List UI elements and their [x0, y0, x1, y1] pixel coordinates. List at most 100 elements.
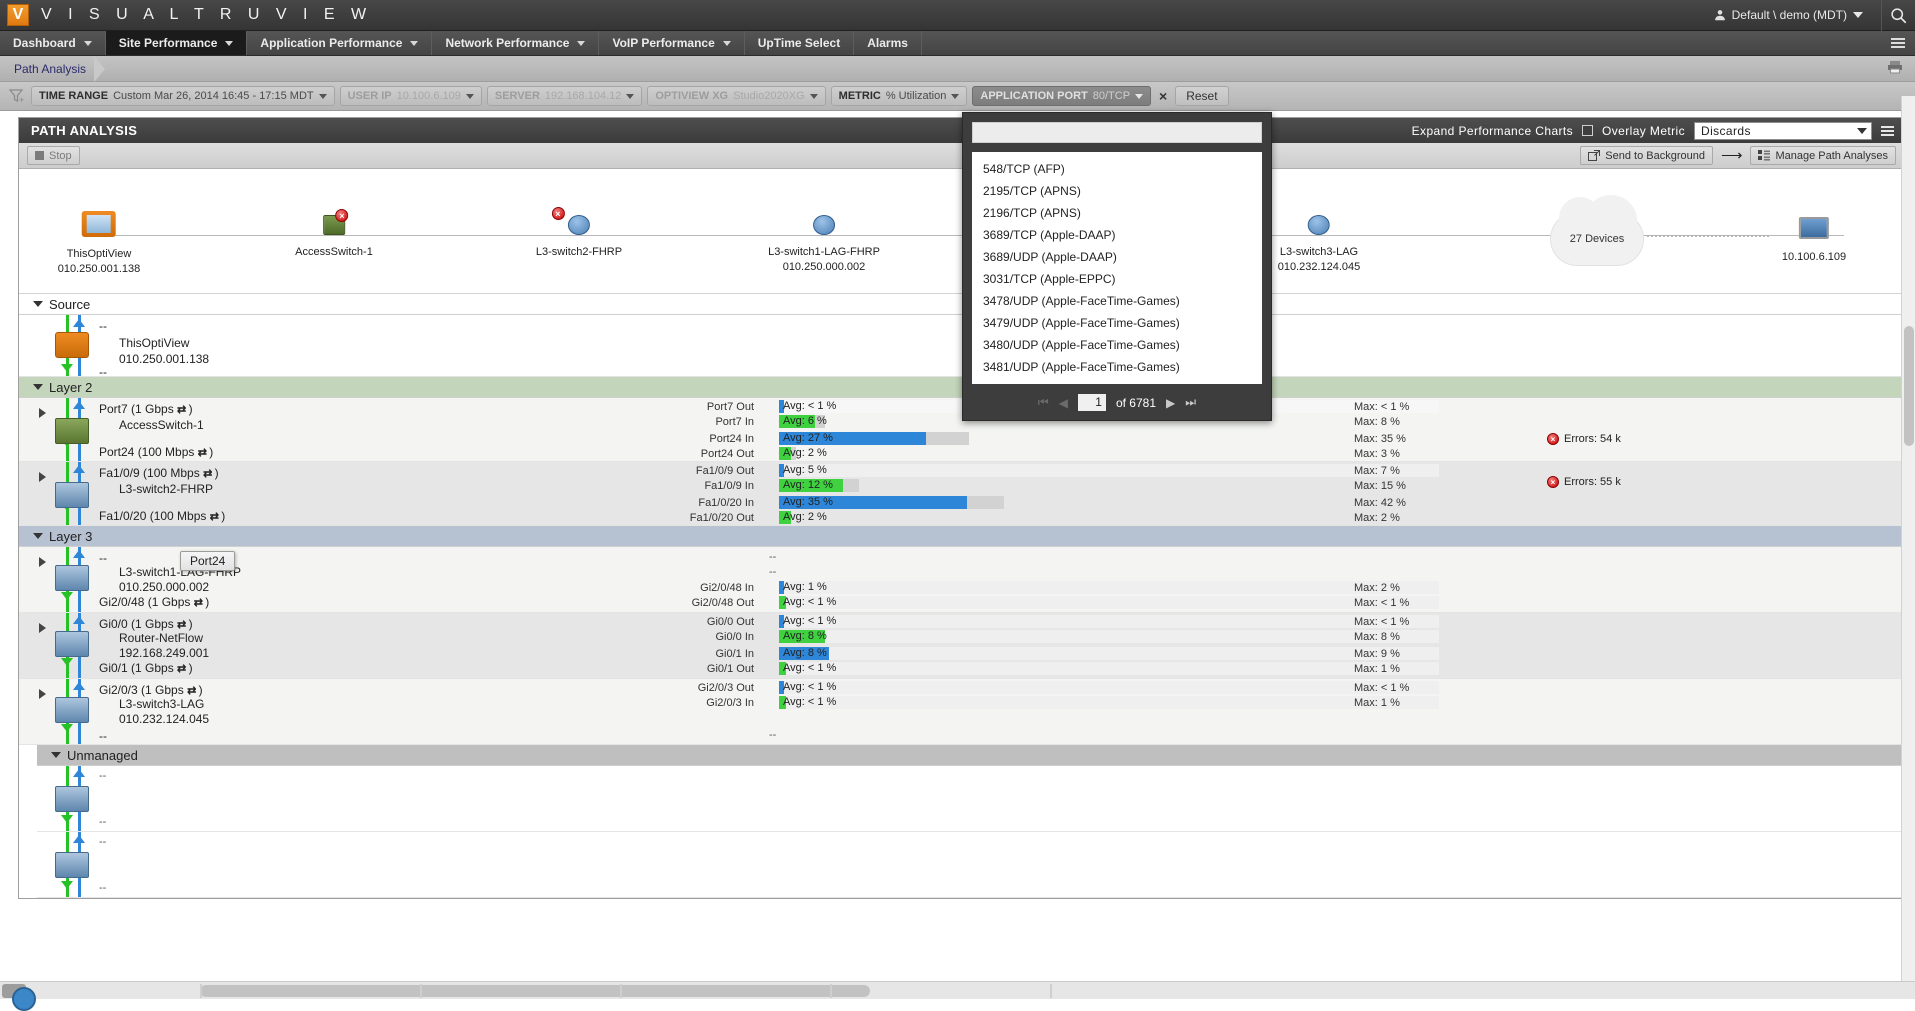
filter-key: OPTIVIEW XG [655, 90, 729, 102]
filter-pill-user-ip[interactable]: USER IP 10.100.6.109 [339, 86, 482, 106]
list-grid-icon [1758, 150, 1771, 161]
reset-button[interactable]: Reset [1175, 86, 1229, 106]
panel-menu-icon[interactable] [1881, 124, 1894, 138]
vertical-scroll-thumb[interactable] [1904, 326, 1914, 446]
layer3-row-router-netflow[interactable]: Gi0/0 (1 Gbps ⇄ ) Router-NetFlow 192.168… [19, 613, 1904, 679]
nav-item-alarms[interactable]: Alarms [854, 31, 922, 55]
last-page-icon[interactable]: ⏭ [1185, 395, 1196, 410]
expand-row-icon[interactable] [39, 623, 46, 633]
filter-pill-server[interactable]: SERVER 192.168.104.12 [486, 86, 643, 106]
dropdown-option[interactable]: 3480/UDP (Apple-FaceTime-Games) [972, 334, 1262, 356]
metric-label: Fa1/0/9 Out [695, 465, 754, 477]
app-title: V I S U A L T R U V I E W [41, 6, 373, 23]
horizontal-scrollbar[interactable] [0, 981, 1915, 1011]
panel-header-controls: Expand Performance Charts Overlay Metric… [1412, 121, 1904, 140]
dropdown-option[interactable]: 2196/TCP (APNS) [972, 202, 1262, 224]
topology-node-l3-switch1-lag-fhrp[interactable]: L3-switch1-LAG-FHRP 010.250.000.002 [768, 215, 880, 273]
layer3-device-ip: 192.168.249.001 [119, 646, 210, 660]
dropdown-option[interactable]: 3478/UDP (Apple-FaceTime-Games) [972, 290, 1262, 312]
filter-pill-metric[interactable]: METRIC % Utilization [830, 86, 968, 106]
duplex-icon: ⇄ [177, 663, 186, 675]
page-number-input[interactable]: 1 [1077, 394, 1106, 411]
duplex-icon: ⇄ [197, 447, 207, 459]
prev-page-icon[interactable]: ◀ [1059, 396, 1068, 410]
topology-node-endpoint[interactable]: 10.100.6.109 [1782, 217, 1846, 263]
router-icon [1308, 215, 1330, 235]
filter-pill-application-port[interactable]: APPLICATION PORT 80/TCP [972, 86, 1152, 106]
user-menu[interactable]: Default \ demo (MDT) [1714, 8, 1881, 22]
chevron-down-icon [410, 40, 419, 46]
application-port-dropdown[interactable]: 548/TCP (AFP) 2195/TCP (APNS) 2196/TCP (… [962, 112, 1272, 421]
filter-pill-time-range[interactable]: TIME RANGE Custom Mar 26, 2014 16:45 - 1… [31, 86, 335, 106]
metric-label: Gi0/0 Out [706, 616, 754, 628]
overlay-metric-select[interactable]: Discards [1694, 121, 1872, 140]
layer3-row-l3-switch3-lag[interactable]: Gi2/0/3 (1 Gbps ⇄ ) L3-switch3-LAG 010.2… [19, 679, 1904, 745]
expand-row-icon[interactable] [39, 472, 46, 482]
router-icon [55, 565, 89, 591]
topology-node-l3-switch2-fhrp[interactable]: × L3-switch2-FHRP [536, 207, 622, 258]
topology-node-accessswitch-1[interactable]: × AccessSwitch-1 [295, 209, 373, 258]
nav-item-voip-performance[interactable]: VoIP Performance [599, 31, 745, 55]
svg-text:+: + [19, 95, 24, 105]
dropdown-option[interactable]: 3689/TCP (Apple-DAAP) [972, 224, 1262, 246]
layer3-row-l3-switch1-lag-fhrp[interactable]: -- L3-switch1-LAG-FHRP 010.250.000.002 G… [19, 547, 1904, 613]
dropdown-option[interactable]: 3481/UDP (Apple-FaceTime-Games) [972, 356, 1262, 378]
chevron-down-icon [1853, 12, 1863, 18]
nav-label: Application Performance [260, 36, 403, 50]
section-header-unmanaged[interactable]: Unmanaged [37, 745, 1904, 766]
layer3-device-ip: 010.250.000.002 [119, 580, 210, 594]
router-icon [55, 631, 89, 657]
metric-avg: Avg: < 1 % [783, 615, 837, 627]
nav-item-network-performance[interactable]: Network Performance [432, 31, 600, 55]
stop-button[interactable]: Stop [27, 146, 80, 165]
dropdown-option[interactable]: 3479/UDP (Apple-FaceTime-Games) [972, 312, 1262, 334]
expand-row-icon[interactable] [39, 557, 46, 567]
metric-label: Port7 Out [706, 401, 754, 413]
main-navigation: Dashboard Site Performance Application P… [0, 31, 1915, 56]
nav-item-application-performance[interactable]: Application Performance [247, 31, 433, 55]
metric-max: Max: < 1 % [1354, 682, 1410, 694]
expand-row-icon[interactable] [39, 689, 46, 699]
layer2-row-l3-switch2-fhrp[interactable]: Fa1/0/9 (100 Mbps ⇄ ) L3-switch2-FHRP Fa… [19, 462, 1904, 526]
nav-item-dashboard[interactable]: Dashboard [0, 31, 106, 55]
first-page-icon[interactable]: ⏮ [1038, 395, 1049, 410]
send-to-background-button[interactable]: Send to Background [1580, 146, 1713, 165]
router-icon [812, 215, 835, 235]
topology-node-thisoptiview[interactable]: ThisOptiView 010.250.001.138 [58, 211, 140, 275]
metric-max: Max: 7 % [1354, 465, 1400, 477]
section-header-layer-3[interactable]: Layer 3 [19, 526, 1904, 547]
collapse-triangle-icon [51, 752, 61, 758]
unmanaged-row-1[interactable]: -- -- [37, 766, 1904, 832]
print-icon[interactable] [1887, 60, 1915, 77]
unmanaged-row-2[interactable]: -- -- [37, 832, 1904, 898]
collapse-triangle-icon [33, 533, 43, 539]
funnel-add-icon[interactable]: + [8, 87, 26, 105]
search-icon[interactable] [1881, 0, 1915, 31]
dropdown-option[interactable]: 3689/UDP (Apple-DAAP) [972, 246, 1262, 268]
metric-label: Port24 Out [700, 448, 754, 460]
nav-menu-button[interactable] [1881, 31, 1915, 55]
expand-performance-charts-checkbox[interactable] [1582, 125, 1594, 136]
horizontal-scroll-thumb[interactable] [200, 985, 870, 997]
topology-node-cloud[interactable]: 27 Devices [1551, 195, 1643, 265]
filter-pill-optiview-xg[interactable]: OPTIVIEW XG Studio2020XG [647, 86, 826, 106]
external-link-icon [1588, 149, 1601, 161]
breadcrumb[interactable]: Path Analysis [0, 62, 86, 76]
topology-node-l3-switch3-lag[interactable]: L3-switch3-LAG 010.232.124.045 [1278, 215, 1360, 273]
filter-key: METRIC [838, 90, 881, 102]
expand-row-icon[interactable] [39, 408, 46, 418]
dropdown-option[interactable]: 2195/TCP (APNS) [972, 180, 1262, 202]
duplex-icon: ⇄ [177, 404, 186, 416]
dropdown-search-input[interactable] [972, 122, 1262, 143]
next-page-icon[interactable]: ▶ [1166, 396, 1175, 410]
vertical-scrollbar[interactable] [1901, 96, 1915, 981]
filter-remove-icon[interactable]: × [1156, 89, 1170, 103]
optiview-device-icon [82, 211, 116, 237]
nav-label: VoIP Performance [612, 36, 715, 50]
forward-arrow-icon[interactable]: ⟶ [1721, 148, 1743, 163]
dropdown-option[interactable]: 3031/TCP (Apple-EPPC) [972, 268, 1262, 290]
dropdown-option[interactable]: 548/TCP (AFP) [972, 158, 1262, 180]
nav-item-site-performance[interactable]: Site Performance [105, 31, 248, 55]
manage-path-analyses-button[interactable]: Manage Path Analyses [1750, 146, 1896, 165]
nav-item-uptime-select[interactable]: UpTime Select [745, 31, 855, 55]
